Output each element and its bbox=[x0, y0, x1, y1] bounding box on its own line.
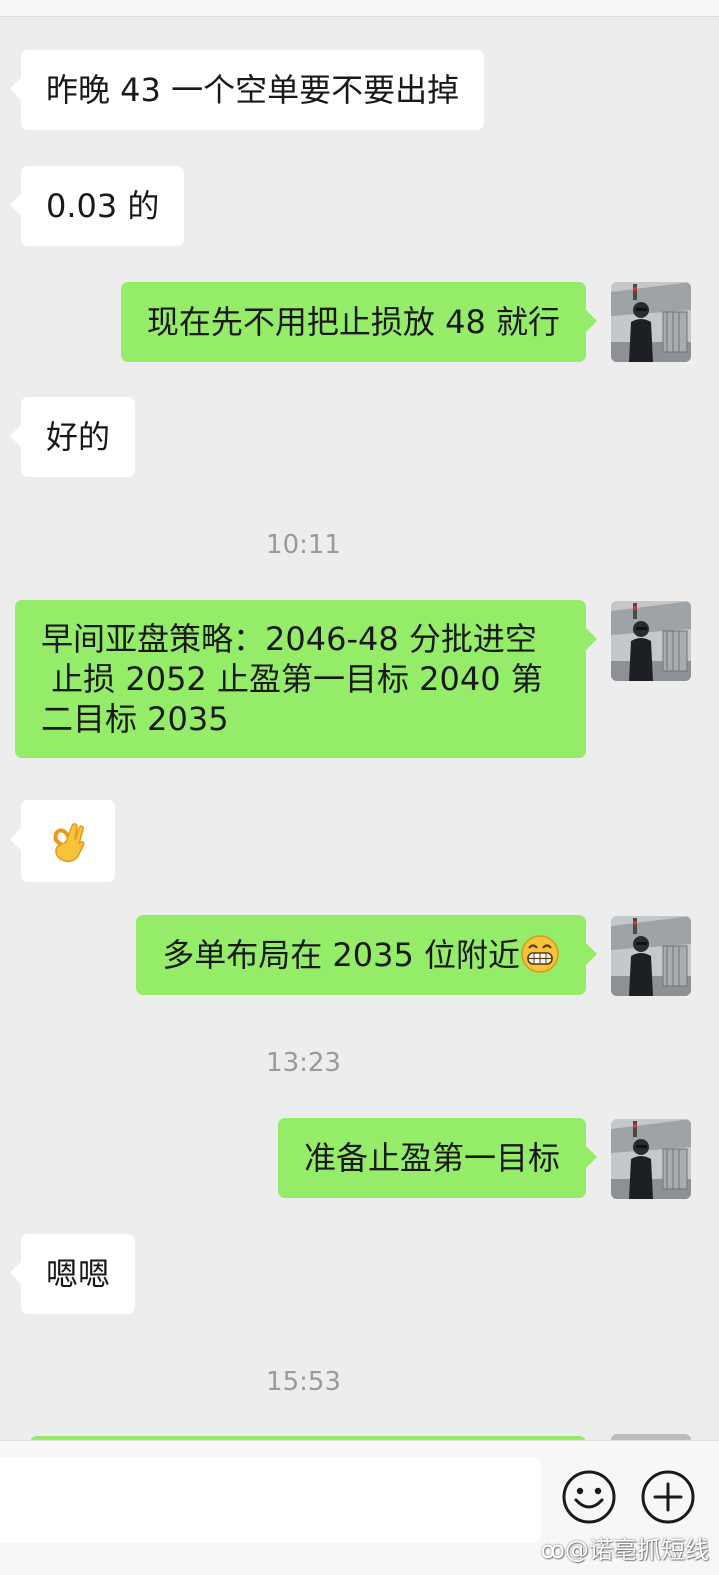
message-text: 多单布局在 2035 位附近 bbox=[162, 936, 520, 974]
message-text-line: 二目标 2035 bbox=[41, 700, 229, 738]
message-text: 嗯嗯 bbox=[46, 1255, 111, 1293]
message-text: 0.03 的 bbox=[46, 187, 160, 225]
timestamp: 13:23 bbox=[266, 1048, 341, 1078]
input-bar: ꝏ@诺亳抓短线 bbox=[0, 1440, 719, 1575]
avatar[interactable] bbox=[611, 916, 691, 996]
avatar[interactable] bbox=[611, 1119, 691, 1199]
message-text: 好的 bbox=[46, 418, 111, 456]
avatar-photo-icon bbox=[611, 282, 691, 362]
watermark: ꝏ@诺亳抓短线 bbox=[541, 1530, 709, 1565]
grinning-face-emoji-icon bbox=[521, 935, 559, 973]
message-text-line: 早间亚盘策略：2046-48 分批进空 bbox=[41, 620, 537, 658]
avatar-photo-icon bbox=[611, 1119, 691, 1199]
watermark-text: @诺亳抓短线 bbox=[565, 1536, 709, 1564]
message-bubble-incoming[interactable]: 好的 bbox=[9, 397, 136, 477]
timestamp: 10:11 bbox=[266, 530, 341, 560]
message-text: 现在先不用把止损放 48 就行 bbox=[146, 303, 560, 341]
timestamp: 15:53 bbox=[266, 1367, 341, 1397]
avatar-photo-icon bbox=[611, 916, 691, 996]
message-text-line: 止损 2052 止盈第一目标 2040 第 bbox=[41, 660, 543, 698]
message-bubble-incoming[interactable] bbox=[10, 800, 115, 882]
top-bar-edge bbox=[0, 0, 719, 17]
plus-button-icon[interactable] bbox=[640, 1469, 696, 1525]
message-text: 昨晚 43 一个空单要不要出掉 bbox=[46, 71, 460, 109]
message-bubble-outgoing[interactable]: 现在先不用把止损放 48 就行 bbox=[120, 282, 598, 362]
watermark-logo-icon: ꝏ bbox=[540, 1536, 565, 1564]
avatar[interactable] bbox=[611, 282, 691, 362]
message-bubble-incoming[interactable]: 0.03 的 bbox=[9, 166, 185, 246]
message-input[interactable] bbox=[0, 1457, 541, 1543]
emoji-button-icon[interactable] bbox=[561, 1469, 617, 1525]
message-bubble-incoming[interactable]: 昨晚 43 一个空单要不要出掉 bbox=[9, 50, 485, 130]
message-bubble-incoming[interactable]: 嗯嗯 bbox=[9, 1234, 136, 1314]
message-bubble-outgoing[interactable]: 早间亚盘策略：2046-48 分批进空 止损 2052 止盈第一目标 2040 … bbox=[15, 600, 597, 758]
avatar-photo-icon bbox=[611, 601, 691, 681]
ok-hand-emoji-icon bbox=[53, 823, 85, 863]
chat-area[interactable]: 昨晚 43 一个空单要不要出掉 0.03 的 现在先不用把止损放 48 就行 好… bbox=[0, 0, 719, 1440]
message-bubble-outgoing[interactable]: 准备止盈第一目标 bbox=[277, 1118, 598, 1198]
message-bubble-outgoing[interactable]: 多单布局在 2035 位附近 bbox=[136, 915, 597, 995]
avatar[interactable] bbox=[611, 601, 691, 681]
message-text: 准备止盈第一目标 bbox=[303, 1139, 560, 1177]
